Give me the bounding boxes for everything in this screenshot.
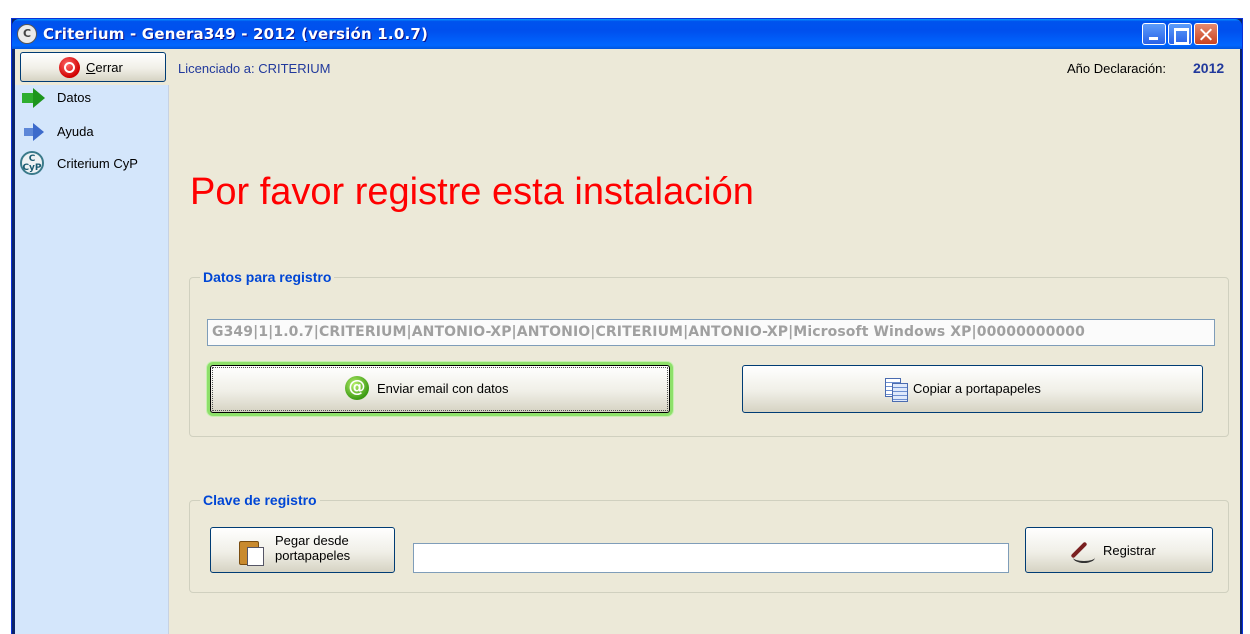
register-button[interactable]: Registrar (1025, 527, 1213, 573)
group-title: Datos para registro (200, 269, 335, 285)
send-email-label: Enviar email con datos (377, 381, 509, 396)
group-title: Clave de registro (200, 492, 320, 508)
minimize-button[interactable] (1142, 23, 1166, 45)
sidebar-item-label: Datos (57, 90, 91, 105)
registration-data-group: Datos para registro G349|1|1.0.7|CRITERI… (189, 269, 1229, 437)
power-icon (59, 57, 80, 78)
send-email-button[interactable]: @ Enviar email con datos (210, 365, 670, 413)
sidebar-item-datos[interactable]: Datos (20, 87, 165, 111)
sidebar: Datos Ayuda C CyP Criterium CyP (15, 85, 169, 634)
sidebar-item-ayuda[interactable]: Ayuda (20, 121, 165, 145)
window-title: Criterium - Genera349 - 2012 (versión 1.… (43, 25, 429, 43)
paste-clipboard-button[interactable]: Pegar desde portapapeles (210, 527, 395, 573)
registration-key-group: Clave de registro Pegar desde portapapele… (189, 492, 1229, 593)
app-window: C Criterium - Genera349 - 2012 (versión … (11, 18, 1243, 634)
copy-documents-icon (885, 378, 908, 402)
top-toolbar: Cerrar Licenciado a: CRITERIUM Año Decla… (15, 49, 1240, 85)
signature-pen-icon (1071, 538, 1099, 564)
year-label: Año Declaración: (1067, 61, 1166, 76)
criterium-logo-icon[interactable]: C (17, 24, 37, 44)
year-value: 2012 (1193, 60, 1225, 76)
client-area: Cerrar Licenciado a: CRITERIUM Año Decla… (15, 49, 1240, 634)
green-arrow-icon (22, 88, 46, 108)
paste-clipboard-label: Pegar desde portapapeles (275, 533, 351, 563)
sidebar-item-label: Ayuda (57, 124, 94, 139)
registration-key-input[interactable] (413, 543, 1009, 573)
licensed-to-label: Licenciado a: CRITERIUM (178, 61, 331, 76)
title-bar[interactable]: C Criterium - Genera349 - 2012 (versión … (12, 19, 1242, 49)
blue-arrow-icon (24, 123, 46, 141)
email-at-icon: @ (345, 376, 369, 400)
copy-clipboard-button[interactable]: Copiar a portapapeles (742, 365, 1203, 413)
close-window-button[interactable] (1194, 23, 1218, 45)
clipboard-paste-icon (239, 539, 264, 566)
cerrar-label: Cerrar (86, 60, 123, 75)
copy-clipboard-label: Copiar a portapapeles (913, 381, 1041, 396)
page-title: Por favor registre esta instalación (190, 171, 754, 213)
sidebar-item-criterium-cyp[interactable]: C CyP Criterium CyP (20, 151, 165, 175)
registration-data-field[interactable]: G349|1|1.0.7|CRITERIUM|ANTONIO-XP|ANTONI… (207, 319, 1215, 346)
criterium-cyp-icon: C CyP (20, 151, 44, 175)
maximize-button[interactable] (1168, 23, 1192, 45)
sidebar-item-label: Criterium CyP (57, 156, 138, 171)
cerrar-button[interactable]: Cerrar (20, 52, 166, 82)
register-label: Registrar (1103, 543, 1156, 558)
